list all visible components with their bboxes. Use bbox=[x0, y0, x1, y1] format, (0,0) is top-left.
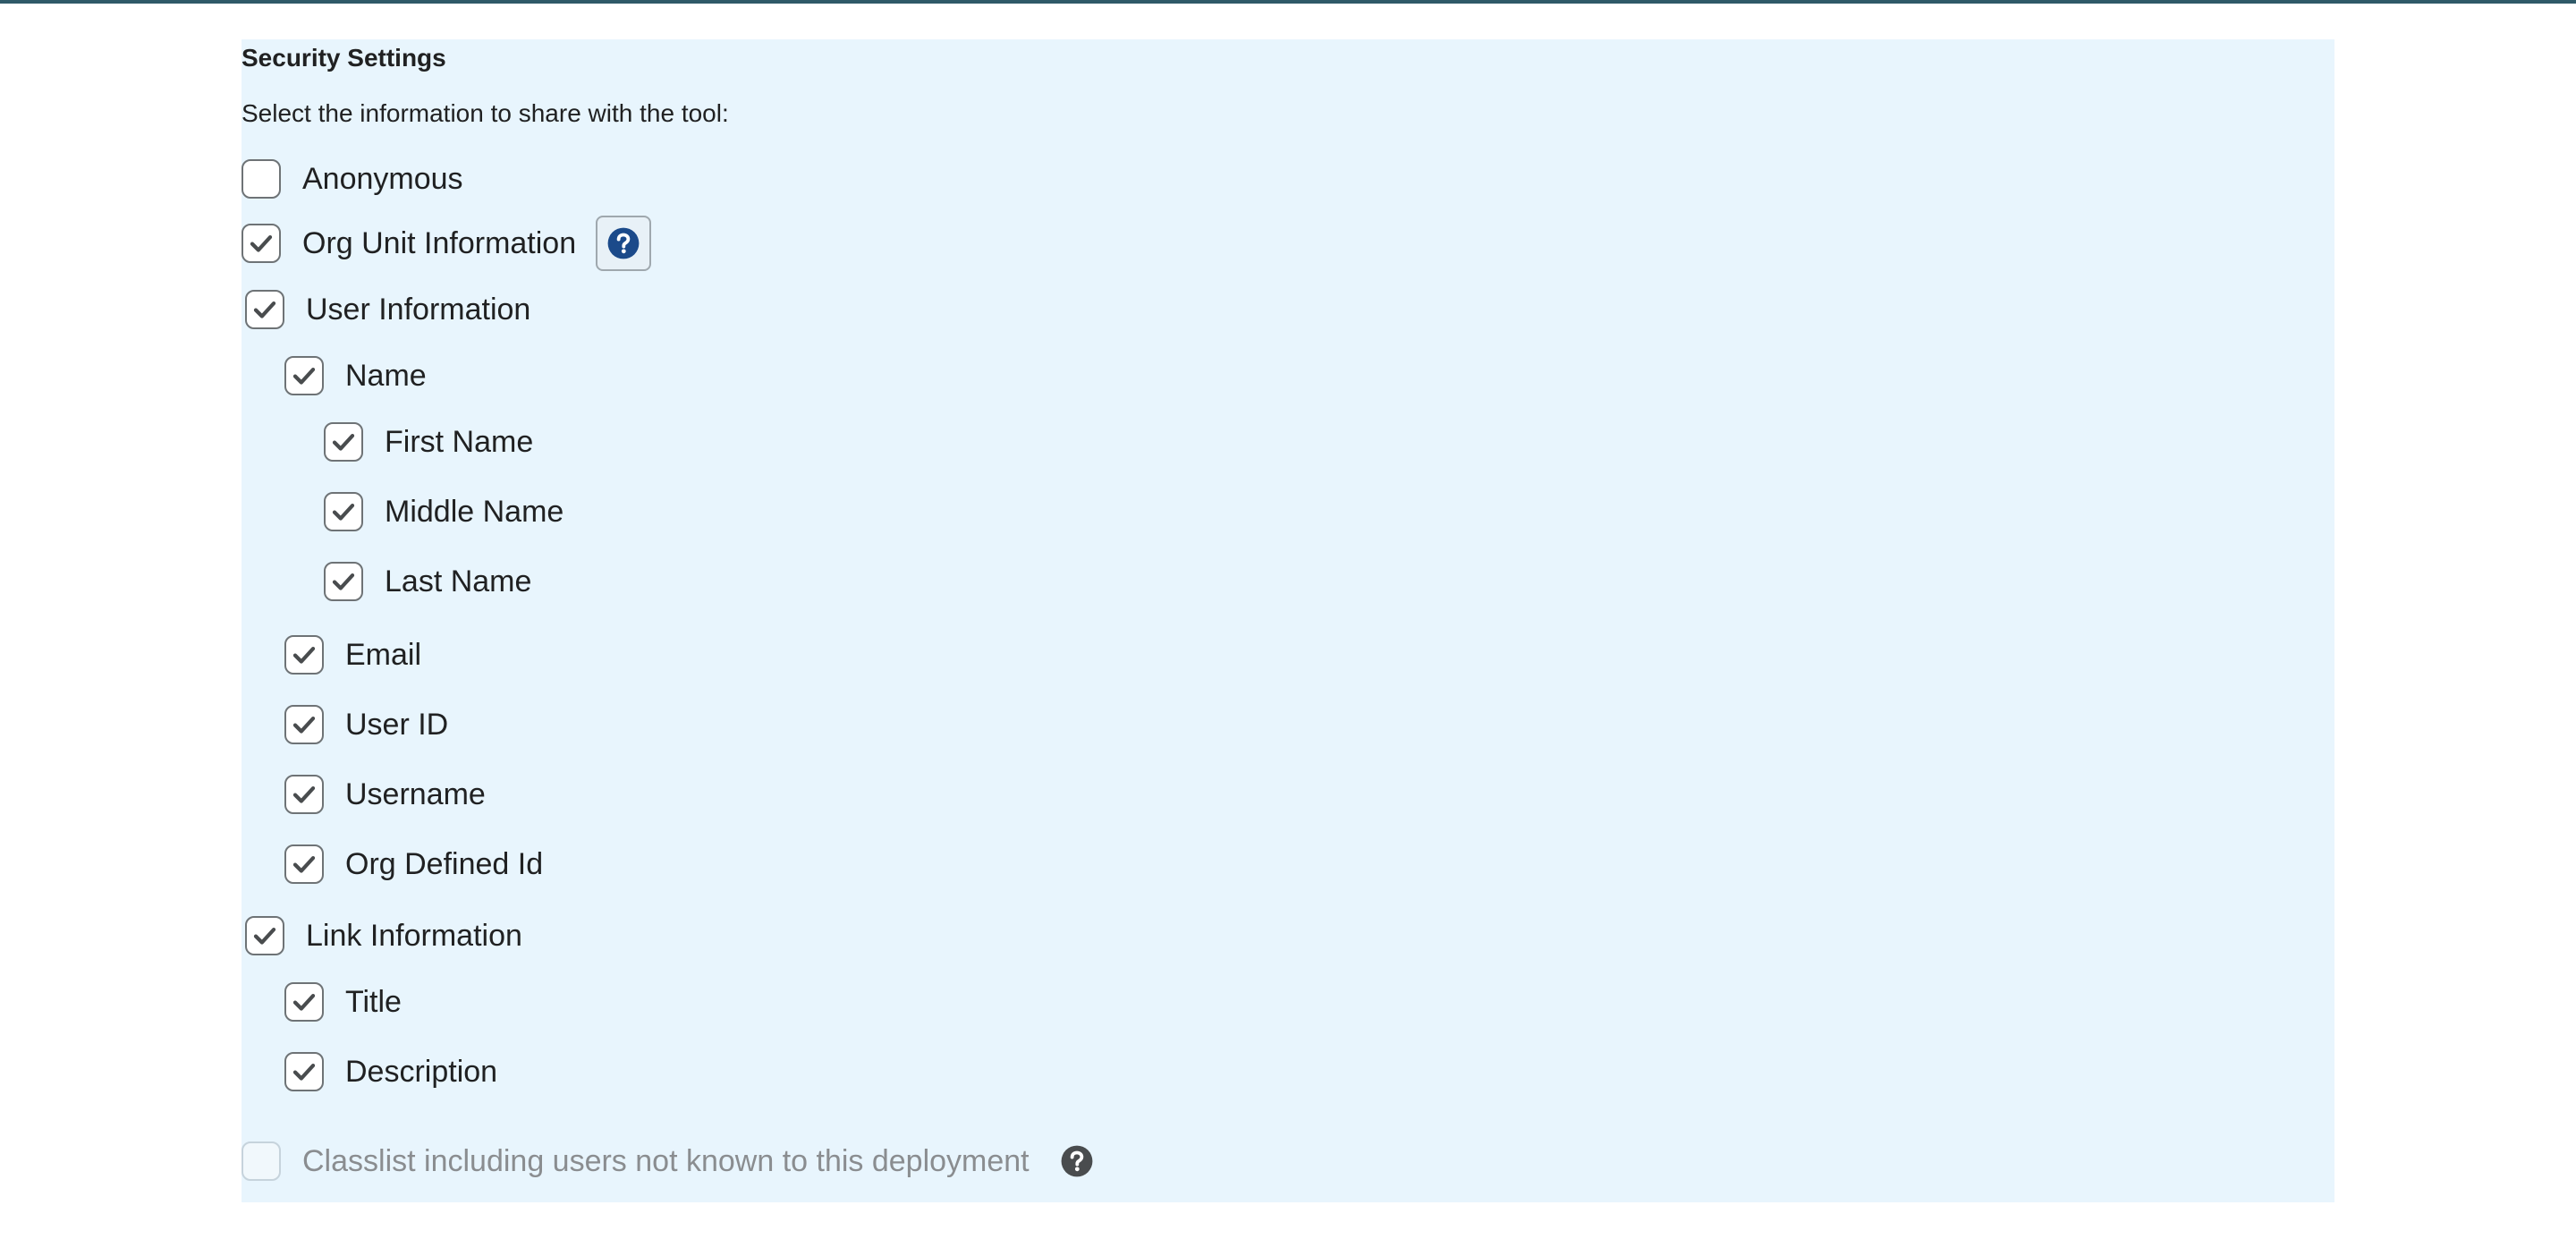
first-name-checkbox[interactable] bbox=[324, 422, 363, 462]
checkmark-icon bbox=[332, 434, 355, 451]
option-user-information[interactable]: User Information bbox=[245, 288, 530, 331]
middle-name-checkbox[interactable] bbox=[324, 492, 363, 531]
classlist-help-button[interactable] bbox=[1060, 1144, 1094, 1178]
top-accent-bar bbox=[0, 0, 2576, 4]
org-defined-id-label: Org Defined Id bbox=[345, 847, 544, 881]
first-name-label: First Name bbox=[385, 425, 534, 459]
checkmark-icon bbox=[292, 368, 316, 385]
checkmark-icon bbox=[292, 647, 316, 664]
classlist-checkbox bbox=[242, 1141, 281, 1181]
title-label: Title bbox=[345, 985, 402, 1019]
checkmark-icon bbox=[292, 856, 316, 873]
checkmark-icon bbox=[292, 717, 316, 734]
checkmark-icon bbox=[250, 235, 273, 252]
option-user-id[interactable]: User ID bbox=[284, 703, 448, 746]
user-information-label: User Information bbox=[306, 293, 531, 327]
checkmark-icon bbox=[332, 573, 355, 590]
org-unit-help-button[interactable] bbox=[596, 216, 652, 271]
checkmark-icon bbox=[332, 504, 355, 521]
email-checkbox[interactable] bbox=[284, 635, 324, 675]
title-checkbox[interactable] bbox=[284, 982, 324, 1022]
section-title: Security Settings bbox=[242, 44, 446, 72]
option-middle-name[interactable]: Middle Name bbox=[324, 490, 564, 533]
description-label: Description bbox=[345, 1055, 498, 1089]
anonymous-checkbox[interactable] bbox=[242, 159, 281, 199]
last-name-checkbox[interactable] bbox=[324, 562, 363, 601]
option-anonymous[interactable]: Anonymous bbox=[242, 157, 463, 200]
checkmark-icon bbox=[292, 1064, 316, 1081]
help-icon bbox=[607, 227, 640, 259]
description-checkbox[interactable] bbox=[284, 1052, 324, 1091]
option-first-name[interactable]: First Name bbox=[324, 420, 533, 463]
user-id-label: User ID bbox=[345, 708, 449, 742]
link-information-checkbox[interactable] bbox=[245, 916, 284, 955]
security-settings-panel bbox=[242, 39, 2334, 1202]
username-checkbox[interactable] bbox=[284, 775, 324, 814]
name-label: Name bbox=[345, 359, 427, 393]
org-unit-label: Org Unit Information bbox=[302, 226, 577, 260]
user-information-checkbox[interactable] bbox=[245, 290, 284, 329]
classlist-label: Classlist including users not known to t… bbox=[302, 1144, 1030, 1178]
option-org-unit-information[interactable]: Org Unit Information bbox=[242, 216, 652, 271]
option-classlist: Classlist including users not known to t… bbox=[242, 1140, 1094, 1183]
option-title[interactable]: Title bbox=[284, 980, 402, 1023]
email-label: Email bbox=[345, 638, 422, 672]
checkmark-icon bbox=[292, 994, 316, 1011]
option-org-defined-id[interactable]: Org Defined Id bbox=[284, 843, 543, 886]
org-unit-checkbox[interactable] bbox=[242, 224, 281, 263]
checkmark-icon bbox=[253, 928, 276, 945]
last-name-label: Last Name bbox=[385, 564, 532, 598]
checkmark-icon bbox=[253, 301, 276, 318]
link-information-label: Link Information bbox=[306, 919, 522, 953]
option-link-information[interactable]: Link Information bbox=[245, 914, 522, 957]
option-description[interactable]: Description bbox=[284, 1050, 497, 1093]
anonymous-label: Anonymous bbox=[302, 162, 463, 196]
option-name[interactable]: Name bbox=[284, 354, 427, 397]
help-icon bbox=[1061, 1145, 1093, 1177]
instruction-text: Select the information to share with the… bbox=[242, 99, 729, 127]
user-id-checkbox[interactable] bbox=[284, 705, 324, 744]
option-last-name[interactable]: Last Name bbox=[324, 560, 531, 603]
option-username[interactable]: Username bbox=[284, 773, 486, 816]
checkmark-icon bbox=[292, 786, 316, 803]
username-label: Username bbox=[345, 777, 486, 811]
middle-name-label: Middle Name bbox=[385, 495, 564, 529]
org-defined-id-checkbox[interactable] bbox=[284, 844, 324, 884]
option-email[interactable]: Email bbox=[284, 633, 421, 676]
name-checkbox[interactable] bbox=[284, 356, 324, 395]
